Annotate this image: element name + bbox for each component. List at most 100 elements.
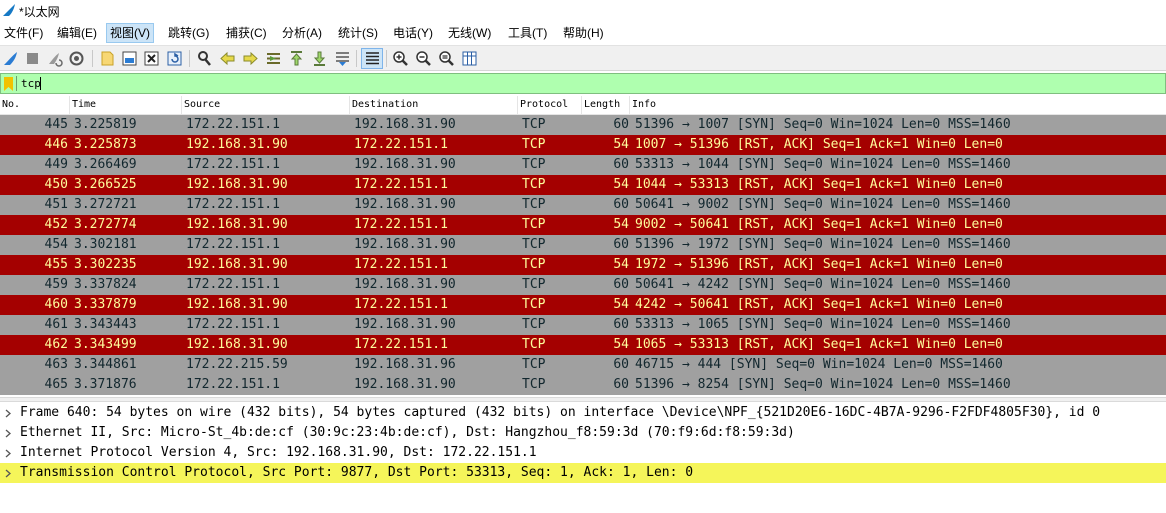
display-filter-input[interactable]: tcp [21, 76, 41, 91]
packet-row[interactable]: 462 3.343499 192.168.31.90 172.22.151.1 TCP 5… [0, 335, 1166, 355]
packet-time-cell: 3.272774 [74, 217, 137, 232]
display-filter-bar[interactable]: tcp [0, 73, 1166, 94]
go-last-packet-icon[interactable] [311, 50, 328, 67]
detail-tree-item[interactable]: Transmission Control Protocol, Src Port:… [0, 463, 1166, 483]
detail-tree-item[interactable]: Internet Protocol Version 4, Src: 192.16… [0, 443, 1166, 463]
menu-view[interactable]: 视图(V) [106, 23, 154, 43]
menu-edit[interactable]: 编辑(E) [54, 23, 100, 43]
go-to-packet-icon[interactable] [265, 50, 282, 67]
packet-destination-cell: 192.168.31.90 [354, 237, 456, 252]
text-caret [40, 77, 41, 90]
expand-chevron-icon[interactable] [5, 429, 11, 438]
expand-chevron-icon[interactable] [5, 409, 11, 418]
packet-row[interactable]: 463 3.344861 172.22.215.59 192.168.31.96 TCP… [0, 355, 1166, 375]
packet-row[interactable]: 452 3.272774 192.168.31.90 172.22.151.1 TCP 5… [0, 215, 1166, 235]
normal-size-icon[interactable] [438, 50, 455, 67]
packet-length-cell: 60 [613, 357, 629, 372]
column-header-destination[interactable]: Destination [350, 96, 518, 114]
resize-columns-icon[interactable] [461, 50, 478, 67]
packet-source-cell: 172.22.151.1 [186, 237, 280, 252]
detail-tree-item[interactable]: Ethernet II, Src: Micro-St_4b:de:cf (30:… [0, 423, 1166, 443]
packet-protocol-cell: TCP [522, 237, 546, 252]
close-file-icon[interactable] [143, 50, 160, 67]
packet-destination-cell: 192.168.31.90 [354, 317, 456, 332]
menu-go[interactable]: 跳转(G) [165, 23, 212, 43]
pane-splitter[interactable] [0, 397, 1166, 402]
column-header-length[interactable]: Length [582, 96, 630, 114]
packet-source-cell: 172.22.151.1 [186, 117, 280, 132]
packet-info-cell: 4242 → 50641 [RST, ACK] Seq=1 Ack=1 Win=… [635, 297, 1003, 312]
packet-row[interactable]: 450 3.266525 192.168.31.90 172.22.151.1 TCP 5… [0, 175, 1166, 195]
start-capture-fin-icon[interactable] [2, 50, 19, 67]
menu-help[interactable]: 帮助(H) [560, 23, 607, 43]
packet-info-cell: 1065 → 53313 [RST, ACK] Seq=1 Ack=1 Win=… [635, 337, 1003, 352]
packet-protocol-cell: TCP [522, 157, 546, 172]
packet-details-tree[interactable]: Frame 640: 54 bytes on wire (432 bits), … [0, 403, 1166, 513]
packet-no-cell: 451 [44, 197, 68, 212]
column-header-time[interactable]: Time [70, 96, 182, 114]
packet-time-cell: 3.266525 [74, 177, 137, 192]
packet-row[interactable]: 454 3.302181 172.22.151.1 192.168.31.90 TCP 6… [0, 235, 1166, 255]
go-back-icon[interactable] [219, 50, 236, 67]
column-header-info[interactable]: Info [630, 96, 1166, 114]
stop-capture-icon[interactable] [24, 50, 41, 67]
packet-row[interactable]: 455 3.302235 192.168.31.90 172.22.151.1 TCP 5… [0, 255, 1166, 275]
packet-destination-cell: 172.22.151.1 [354, 137, 448, 152]
expand-chevron-icon[interactable] [5, 449, 11, 458]
menu-wireless[interactable]: 无线(W) [445, 23, 494, 43]
filter-bookmark-icon[interactable] [4, 77, 13, 91]
menu-telephony[interactable]: 电话(Y) [390, 23, 436, 43]
packet-no-cell: 452 [44, 217, 68, 232]
packet-length-cell: 60 [613, 117, 629, 132]
packet-list[interactable]: 445 3.225819 172.22.151.1 192.168.31.90 TCP 6… [0, 115, 1166, 395]
menu-tools[interactable]: 工具(T) [505, 23, 550, 43]
packet-no-cell: 449 [44, 157, 68, 172]
menu-statistics[interactable]: 统计(S) [335, 23, 381, 43]
zoom-out-icon[interactable] [415, 50, 432, 67]
packet-source-cell: 172.22.151.1 [186, 377, 280, 392]
find-packet-icon[interactable] [196, 50, 213, 67]
save-file-icon[interactable] [121, 50, 138, 67]
expand-chevron-icon[interactable] [5, 469, 11, 478]
packet-row[interactable]: 449 3.266469 172.22.151.1 192.168.31.90 TCP 6… [0, 155, 1166, 175]
packet-protocol-cell: TCP [522, 377, 546, 392]
zoom-in-icon[interactable] [392, 50, 409, 67]
colorize-packet-list-icon[interactable] [361, 48, 383, 69]
menu-file[interactable]: 文件(F) [1, 23, 46, 43]
packet-row[interactable]: 460 3.337879 192.168.31.90 172.22.151.1 TCP 5… [0, 295, 1166, 315]
detail-tree-item[interactable]: Frame 640: 54 bytes on wire (432 bits), … [0, 403, 1166, 423]
packet-row[interactable]: 459 3.337824 172.22.151.1 192.168.31.90 TCP 6… [0, 275, 1166, 295]
packet-protocol-cell: TCP [522, 337, 546, 352]
packet-no-cell: 460 [44, 297, 68, 312]
packet-protocol-cell: TCP [522, 277, 546, 292]
packet-destination-cell: 192.168.31.90 [354, 277, 456, 292]
packet-info-cell: 1007 → 51396 [RST, ACK] Seq=1 Ack=1 Win=… [635, 137, 1003, 152]
packet-row[interactable]: 465 3.371876 172.22.151.1 192.168.31.90 TCP 6… [0, 375, 1166, 395]
reload-file-icon[interactable] [166, 50, 183, 67]
capture-options-icon[interactable] [68, 50, 85, 67]
packet-row[interactable]: 451 3.272721 172.22.151.1 192.168.31.90 TCP 6… [0, 195, 1166, 215]
packet-info-cell: 9002 → 50641 [RST, ACK] Seq=1 Ack=1 Win=… [635, 217, 1003, 232]
packet-row[interactable]: 446 3.225873 192.168.31.90 172.22.151.1 TCP 5… [0, 135, 1166, 155]
restart-capture-icon[interactable] [46, 50, 63, 67]
wireshark-fin-icon [3, 4, 15, 16]
packet-row[interactable]: 461 3.343443 172.22.151.1 192.168.31.90 TCP 6… [0, 315, 1166, 335]
packet-destination-cell: 192.168.31.96 [354, 357, 456, 372]
menu-capture[interactable]: 捕获(C) [223, 23, 270, 43]
auto-scroll-icon[interactable] [334, 50, 351, 67]
column-header-source[interactable]: Source [182, 96, 350, 114]
packet-length-cell: 54 [613, 217, 629, 232]
packet-length-cell: 60 [613, 377, 629, 392]
packet-row[interactable]: 445 3.225819 172.22.151.1 192.168.31.90 TCP 6… [0, 115, 1166, 135]
go-forward-icon[interactable] [242, 50, 259, 67]
packet-protocol-cell: TCP [522, 197, 546, 212]
open-file-icon[interactable] [99, 50, 116, 67]
packet-length-cell: 54 [613, 177, 629, 192]
menu-analyze[interactable]: 分析(A) [279, 23, 325, 43]
go-first-packet-icon[interactable] [288, 50, 305, 67]
column-header-no[interactable]: No. [0, 96, 70, 114]
packet-info-cell: 1044 → 53313 [RST, ACK] Seq=1 Ack=1 Win=… [635, 177, 1003, 192]
column-header-protocol[interactable]: Protocol [518, 96, 582, 114]
packet-time-cell: 3.272721 [74, 197, 137, 212]
toolbar-separator [189, 50, 190, 67]
